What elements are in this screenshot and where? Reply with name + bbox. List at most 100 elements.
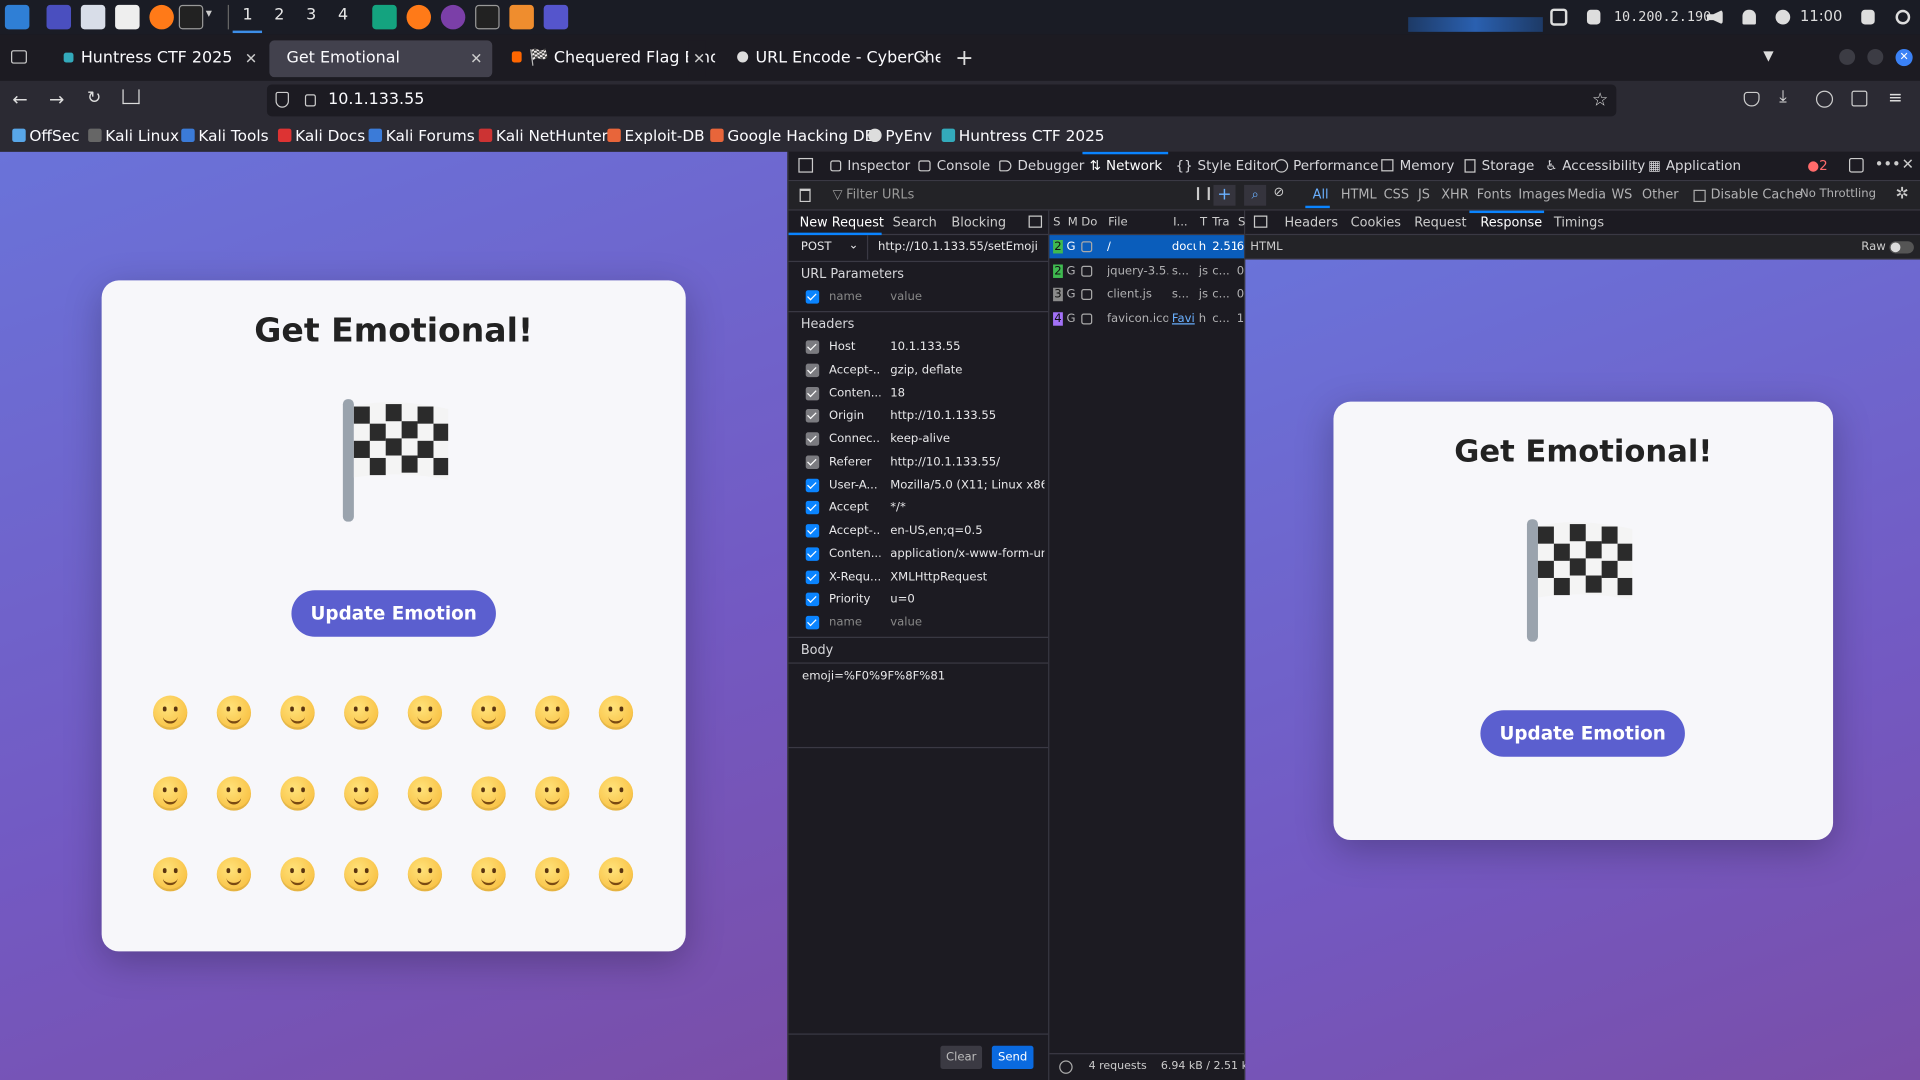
emoji-button[interactable] — [471, 776, 506, 811]
bookmark-star-icon[interactable]: ☆ — [1592, 88, 1608, 110]
forward-icon[interactable]: → — [49, 88, 64, 110]
tab-blocking[interactable]: Blocking — [951, 216, 1006, 231]
header-row[interactable]: Host 10.1.133.55 — [789, 337, 1049, 360]
col-type[interactable]: T — [1200, 216, 1207, 229]
header-value[interactable]: keep-alive — [890, 432, 1044, 445]
emoji-button[interactable] — [535, 695, 570, 730]
close-tab-icon[interactable]: ✕ — [245, 40, 257, 77]
close-window-button[interactable]: ✕ — [1895, 48, 1913, 67]
tab-get-emotional[interactable]: Get Emotional ✕ — [269, 40, 493, 78]
col-transferred[interactable]: Tra — [1212, 216, 1229, 229]
bell-icon[interactable] — [1742, 9, 1756, 25]
header-row[interactable]: User-A... Mozilla/5.0 (X11; Linux x86_6..… — [789, 474, 1049, 497]
header-name[interactable]: Host — [829, 340, 880, 353]
header-checkbox[interactable] — [805, 547, 820, 561]
throttling-select[interactable]: No Throttling — [1800, 187, 1876, 200]
pause-icon[interactable]: ❙❙ — [1193, 186, 1215, 201]
bookmark-kali-tools[interactable]: Kali Tools — [181, 126, 269, 144]
error-badge[interactable]: ●2 — [1807, 158, 1827, 174]
col-initiator[interactable]: I... — [1173, 216, 1188, 229]
header-checkbox[interactable] — [805, 592, 820, 607]
shield-icon[interactable] — [275, 91, 289, 108]
param-name-input[interactable]: name — [829, 290, 880, 303]
header-name-input[interactable]: name — [829, 616, 880, 629]
header-value[interactable]: http://10.1.133.55/ — [890, 455, 1044, 468]
tab-chequered-flag[interactable]: 🏁 Chequered Flag Emoji ✕ — [495, 40, 715, 78]
running-terminal-icon[interactable] — [475, 4, 500, 30]
emoji-button[interactable] — [471, 695, 506, 730]
close-tab-icon[interactable]: ✕ — [918, 40, 930, 77]
header-checkbox[interactable] — [805, 386, 820, 400]
send-button[interactable]: Send — [991, 1045, 1034, 1069]
preview-update-emotion-button[interactable]: Update Emotion — [1480, 710, 1685, 757]
downloads-icon[interactable]: ⤓ — [1779, 87, 1787, 107]
network-settings-icon[interactable]: ✲ — [1896, 185, 1909, 203]
tab-response[interactable]: Response — [1480, 216, 1542, 231]
filter-type-fonts[interactable]: Fonts — [1477, 187, 1512, 202]
method-select[interactable]: POST ⌄ — [789, 235, 869, 260]
header-row[interactable]: Accept-... gzip, deflate — [789, 360, 1049, 383]
header-name[interactable]: X-Requ... — [829, 570, 880, 583]
header-name[interactable]: Accept — [829, 501, 880, 514]
filter-type-css[interactable]: CSS — [1384, 187, 1409, 202]
dock-icon[interactable] — [1848, 157, 1864, 173]
lock-screen-icon[interactable] — [1861, 9, 1875, 25]
body-textarea[interactable]: emoji=%F0%9F%8F%81 — [788, 662, 1049, 749]
tool-application[interactable]: ▦ Application — [1648, 158, 1741, 174]
filter-type-all[interactable]: All — [1313, 187, 1329, 202]
filter-urls-input[interactable]: Filter URLs — [846, 187, 914, 202]
power-icon[interactable] — [1895, 9, 1911, 25]
url-bar[interactable]: 10.1.133.55 ☆ — [266, 84, 1617, 117]
emoji-button[interactable] — [216, 776, 252, 811]
header-checkbox[interactable] — [805, 524, 820, 538]
bookmark-kali-docs[interactable]: Kali Docs — [277, 126, 365, 144]
workspace-1[interactable]: 1 — [242, 6, 252, 24]
emoji-button[interactable] — [344, 776, 379, 811]
emoji-button[interactable] — [280, 695, 315, 730]
running-firefox-icon[interactable] — [406, 4, 432, 30]
workspace-4[interactable]: 4 — [338, 6, 348, 24]
filter-type-html[interactable]: HTML — [1341, 187, 1377, 202]
tool-inspector[interactable]: Inspector — [830, 158, 910, 174]
col-status[interactable]: S — [1053, 216, 1060, 229]
emoji-button[interactable] — [216, 857, 252, 892]
bookmark-ghdb[interactable]: Google Hacking DB — [710, 126, 875, 144]
account-icon[interactable] — [1815, 90, 1834, 108]
request-row[interactable]: 2Gjquery-3.5.1...s... jsc... 0 — [1049, 259, 1244, 282]
tool-network[interactable]: ⇅ Network — [1090, 158, 1162, 174]
emoji-button[interactable] — [598, 776, 634, 811]
filter-type-xhr[interactable]: XHR — [1441, 187, 1468, 202]
header-checkbox[interactable] — [805, 363, 820, 377]
back-icon[interactable]: ← — [12, 88, 27, 110]
hamburger-menu-icon[interactable]: ≡ — [1888, 88, 1902, 108]
bookmark-exploit-db[interactable]: Exploit-DB — [607, 126, 705, 144]
tab-new-request[interactable]: New Request — [800, 216, 884, 231]
emoji-button[interactable] — [153, 695, 188, 730]
toggle-sidebar-icon[interactable] — [1028, 215, 1043, 228]
more-options-icon[interactable]: ••• — [1875, 156, 1901, 173]
emoji-button[interactable] — [407, 776, 443, 811]
maximize-button[interactable] — [1867, 48, 1884, 65]
header-row[interactable]: X-Requ... XMLHttpRequest — [789, 566, 1049, 589]
header-name[interactable]: Conten... — [829, 547, 880, 560]
firefox-icon[interactable] — [149, 4, 174, 30]
tab-cyberchef[interactable]: URL Encode - CyberChef ✕ — [720, 40, 940, 77]
bookmark-kali-forums[interactable]: Kali Forums — [368, 126, 475, 144]
emoji-button[interactable] — [153, 776, 188, 811]
param-value-input[interactable]: value — [890, 290, 1044, 303]
raw-toggle[interactable] — [1889, 241, 1914, 254]
header-name[interactable]: Conten... — [829, 386, 880, 399]
emoji-button[interactable] — [407, 857, 443, 892]
header-name[interactable]: Accept-... — [829, 363, 880, 376]
header-row[interactable]: Conten... application/x-www-form-url... — [789, 543, 1049, 566]
header-value[interactable]: XMLHttpRequest — [890, 570, 1044, 583]
filter-type-other[interactable]: Other — [1642, 187, 1679, 202]
clock[interactable]: 11:00 — [1800, 7, 1842, 24]
header-row[interactable]: Accept */* — [789, 497, 1049, 520]
trash-icon[interactable] — [799, 188, 811, 203]
col-file[interactable]: File — [1108, 216, 1127, 229]
col-domain[interactable]: Do — [1081, 216, 1097, 229]
emoji-button[interactable] — [280, 857, 315, 892]
tool-performance[interactable]: Performance — [1274, 158, 1378, 174]
emoji-button[interactable] — [216, 695, 252, 730]
